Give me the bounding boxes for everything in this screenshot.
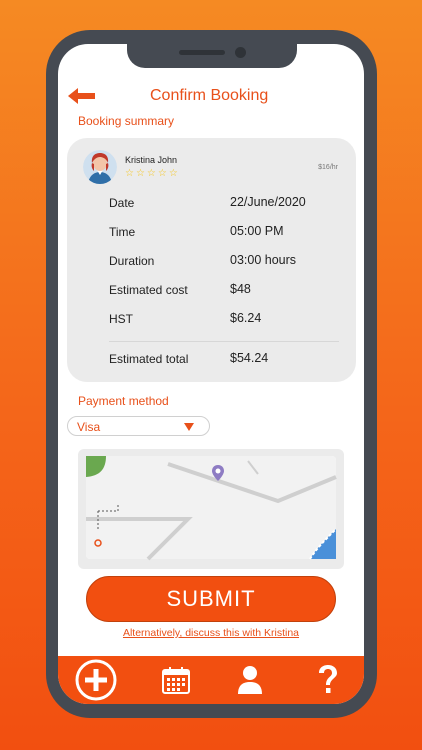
duration-label: Duration	[109, 254, 155, 268]
hst-label: HST	[109, 312, 133, 326]
front-camera	[235, 47, 246, 58]
time-value: 05:00 PM	[230, 224, 284, 238]
plus-icon	[75, 659, 117, 701]
estimated-cost-label: Estimated cost	[109, 283, 188, 297]
date-label: Date	[109, 196, 135, 210]
payment-method-label: Payment method	[78, 394, 169, 408]
tab-profile[interactable]	[220, 656, 280, 704]
estimated-cost-value: $48	[230, 282, 251, 296]
phone-notch	[127, 40, 297, 68]
total-divider	[109, 341, 339, 342]
hourly-rate: $16/hr	[318, 164, 338, 171]
time-label: Time	[109, 225, 136, 239]
dropdown-caret-icon	[184, 423, 194, 431]
app-screen: Confirm Booking Booking summary Kristina…	[58, 44, 364, 704]
hst-value: $6.24	[230, 311, 262, 325]
payment-method-value: Visa	[77, 420, 101, 434]
provider-name: Kristina John	[125, 155, 178, 165]
tab-calendar[interactable]	[146, 656, 206, 704]
page-title: Confirm Booking	[150, 87, 269, 104]
user-icon	[238, 666, 262, 694]
estimated-total-label: Estimated total	[109, 352, 189, 366]
map-card[interactable]	[78, 449, 344, 569]
avatar	[83, 150, 117, 184]
tab-help[interactable]	[298, 656, 358, 704]
tab-add[interactable]	[66, 656, 126, 704]
payment-method-select[interactable]: Visa	[67, 416, 210, 436]
duration-value: 03:00 hours	[230, 253, 297, 267]
submit-button[interactable]: SUBMIT	[86, 576, 336, 622]
back-arrow-icon[interactable]	[68, 86, 96, 106]
estimated-total-value: $54.24	[230, 351, 269, 365]
date-value: 22/June/2020	[230, 195, 306, 209]
discuss-link[interactable]: Alternatively, discuss this with Kristin…	[58, 627, 364, 639]
rating-stars: ☆☆☆☆☆	[125, 168, 180, 179]
speaker	[179, 50, 225, 55]
booking-summary-label: Booking summary	[78, 114, 175, 128]
help-icon	[319, 665, 337, 693]
booking-summary-card: Kristina John ☆☆☆☆☆ $16/hr Date 22/June/…	[67, 138, 356, 382]
bottom-tab-bar	[58, 656, 364, 704]
map-view[interactable]	[78, 449, 344, 569]
calendar-icon	[162, 667, 190, 694]
